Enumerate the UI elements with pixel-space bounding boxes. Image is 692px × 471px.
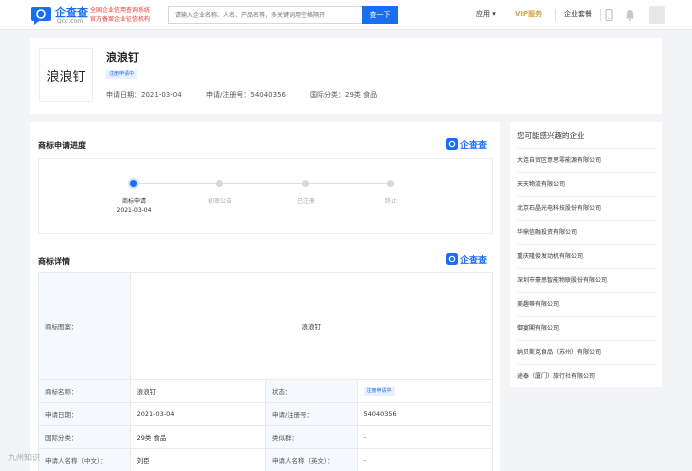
reg-no-value: 54040356 bbox=[250, 91, 286, 99]
class-label: 国际分类： bbox=[310, 91, 345, 99]
step-dot-terminated bbox=[387, 180, 394, 187]
step-label-apply: 商标申请 bbox=[121, 198, 146, 205]
mobile-icon[interactable] bbox=[604, 9, 614, 21]
step-label-terminated: 终止 bbox=[384, 198, 397, 205]
user-avatar[interactable] bbox=[649, 6, 665, 24]
related-companies-panel: 您可能感兴趣的企业 大连自贸区意思零能源有限公司 天天物流有限公司 北京石晶光电… bbox=[510, 122, 662, 387]
qcc-small-logo-icon bbox=[446, 138, 458, 150]
table-row: 申请日期： 2021-03-04 申请/注册号： 54040356 bbox=[38, 402, 494, 426]
cell-label: 国际分类： bbox=[38, 425, 131, 449]
step-dot-publication bbox=[216, 180, 223, 187]
top-header: 企查查 Qcc.com 全国企业信用查询系统 官方备案企业征信机构 查一下 应用… bbox=[0, 0, 692, 30]
list-item[interactable]: 纳贝斯克食品（苏州）有限公司 bbox=[517, 340, 656, 364]
header-divider bbox=[600, 9, 601, 21]
list-item[interactable]: 御宴閣有限公司 bbox=[517, 316, 656, 340]
nav-apps-menu[interactable]: 应用 ▾ bbox=[476, 9, 496, 19]
progress-timeline: 商标申请 2021-03-04 初审公告 已注册 终止 bbox=[38, 158, 493, 234]
apply-date-value: 2021-03-04 bbox=[141, 91, 182, 99]
list-item[interactable]: 重庆隆俊发动机有限公司 bbox=[517, 244, 656, 268]
slogan-line-2: 官方备案企业征信机构 bbox=[90, 16, 151, 23]
table-row: 商标名称： 浪浪钉 状态： 注册申请中 bbox=[38, 379, 494, 403]
cell-label: 申请日期： bbox=[38, 402, 131, 426]
search-button[interactable]: 查一下 bbox=[362, 6, 398, 24]
slogan-line-1: 全国企业信用查询系统 bbox=[90, 7, 151, 14]
cell-value: 刘臣 bbox=[129, 448, 266, 471]
details-section-title: 商标详情 bbox=[38, 257, 70, 266]
list-item[interactable]: 华鼎信融投资有限公司 bbox=[517, 220, 656, 244]
header-divider bbox=[555, 9, 556, 21]
trademark-summary-card: 浪浪钉 浪浪钉 注册申请中 申请日期：2021-03-04 申请/注册号：540… bbox=[30, 38, 662, 114]
nav-vip-service[interactable]: VIP服务 bbox=[515, 9, 542, 19]
image-label: 商标图案： bbox=[38, 272, 131, 380]
cell-value: - bbox=[356, 448, 494, 471]
list-item[interactable]: 北京石晶光电科技股份有限公司 bbox=[517, 196, 656, 220]
cell-label: 类似群： bbox=[264, 425, 358, 449]
watermark: 九州知识 bbox=[8, 453, 40, 462]
list-item[interactable]: 天天物流有限公司 bbox=[517, 172, 656, 196]
trademark-detail-table: 商标图案： 浪浪钉 商标名称： 浪浪钉 状态： 注册申请中 申请日期： 2021… bbox=[38, 272, 494, 471]
qcc-brand-text: 企查查 bbox=[460, 256, 488, 266]
cell-label: 商标名称： bbox=[38, 379, 131, 403]
step-dot-registered bbox=[302, 180, 309, 187]
reg-no-meta: 申请/注册号：54040356 bbox=[206, 90, 286, 100]
apply-date-meta: 申请日期：2021-03-04 bbox=[106, 90, 182, 100]
nav-enterprise-package[interactable]: 企业套餐 bbox=[564, 9, 592, 19]
qcc-small-logo-icon bbox=[446, 253, 458, 265]
cell-label: 状态： bbox=[264, 379, 358, 403]
apply-date-label: 申请日期： bbox=[106, 91, 141, 99]
main-content-card: 商标申请进度 企查查 商标申请 2021-03-04 初审公告 已注册 终止 商… bbox=[30, 122, 500, 471]
trademark-image: 浪浪钉 bbox=[39, 48, 93, 102]
class-value: 29类 食品 bbox=[345, 91, 378, 99]
logo-subtext: Qcc.com bbox=[57, 18, 84, 25]
table-row: 申请人名称（中文）： 刘臣 申请人名称（英文）： - bbox=[38, 448, 494, 471]
status-badge: 注册申请中 bbox=[106, 70, 138, 79]
cell-value: 浪浪钉 bbox=[129, 379, 266, 403]
cell-value: 54040356 bbox=[356, 402, 494, 426]
trademark-large-image: 浪浪钉 bbox=[129, 272, 494, 380]
qcc-brand-text: 企查查 bbox=[460, 141, 488, 151]
search-input[interactable] bbox=[168, 6, 362, 24]
slogan: 全国企业信用查询系统 官方备案企业征信机构 bbox=[90, 6, 150, 24]
progress-section-title: 商标申请进度 bbox=[38, 141, 86, 150]
sidebar-title: 您可能感兴趣的企业 bbox=[517, 131, 585, 140]
class-meta: 国际分类：29类 食品 bbox=[310, 90, 377, 100]
step-label-registered: 已注册 bbox=[296, 198, 315, 205]
cell-value: 2021-03-04 bbox=[129, 402, 266, 426]
cell-label: 申请人名称（英文）： bbox=[264, 448, 358, 471]
qcc-logo-icon[interactable] bbox=[30, 5, 52, 25]
cell-label: 申请人名称（中文）： bbox=[38, 448, 131, 471]
status-cell: 注册申请中 bbox=[356, 379, 494, 403]
bell-icon[interactable] bbox=[625, 9, 635, 21]
list-item[interactable]: 美趣蒂有限公司 bbox=[517, 292, 656, 316]
timeline-line bbox=[134, 183, 389, 184]
list-item[interactable]: 途泰（厦门）旅行社有限公司 bbox=[517, 364, 656, 388]
cell-value: - bbox=[356, 425, 494, 449]
cell-label: 申请/注册号： bbox=[264, 402, 358, 426]
step-dot-apply bbox=[130, 180, 137, 187]
trademark-title: 浪浪钉 bbox=[106, 51, 139, 64]
step-label-publication: 初审公告 bbox=[207, 198, 232, 205]
list-item[interactable]: 深圳市豪思智能物联股份有限公司 bbox=[517, 268, 656, 292]
list-item[interactable]: 大连自贸区意思零能源有限公司 bbox=[517, 148, 656, 172]
cell-value: 29类 食品 bbox=[129, 425, 266, 449]
table-row: 国际分类： 29类 食品 类似群： - bbox=[38, 425, 494, 449]
status-badge: 注册申请中 bbox=[363, 387, 395, 396]
table-row: 商标图案： 浪浪钉 bbox=[38, 272, 494, 380]
step-date-apply: 2021-03-04 bbox=[116, 207, 152, 214]
reg-no-label: 申请/注册号： bbox=[206, 91, 251, 99]
